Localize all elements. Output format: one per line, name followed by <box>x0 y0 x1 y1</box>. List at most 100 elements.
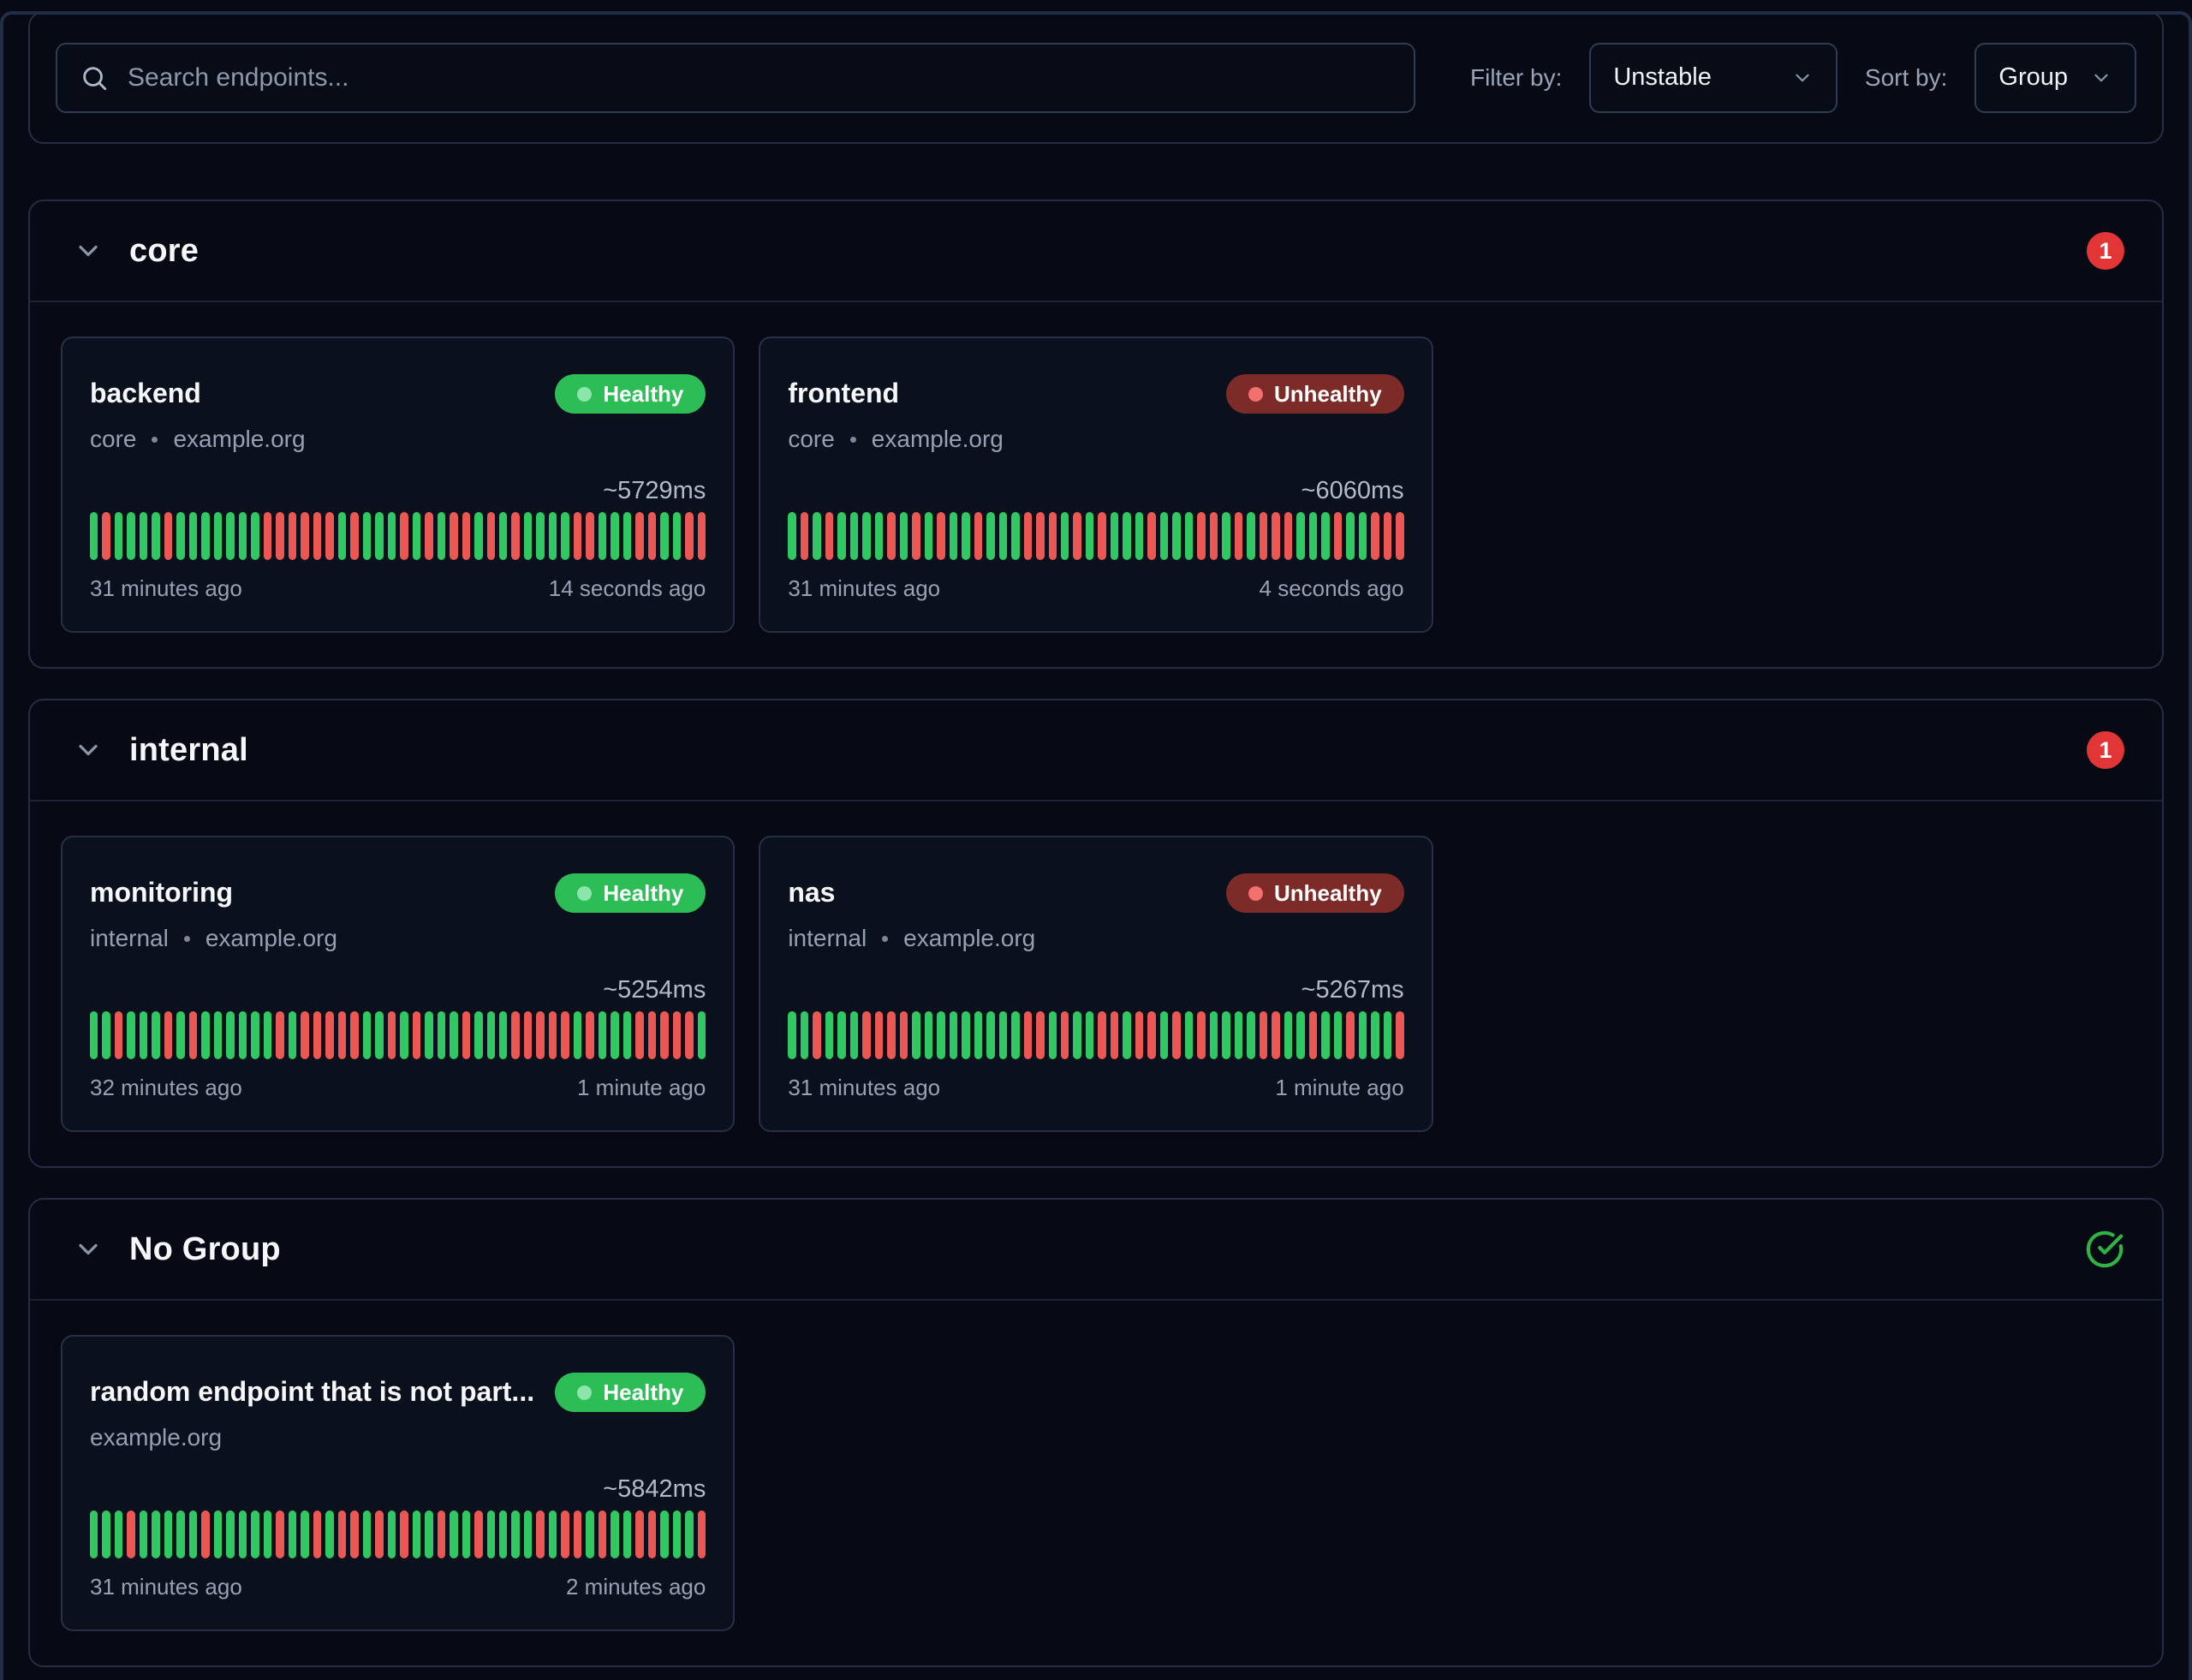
uptime-bar[interactable] <box>462 512 470 560</box>
uptime-bar[interactable] <box>875 1011 883 1059</box>
uptime-bar[interactable] <box>1384 512 1391 560</box>
uptime-bar[interactable] <box>925 512 932 560</box>
uptime-bar[interactable] <box>1296 512 1304 560</box>
uptime-bar[interactable] <box>1284 512 1292 560</box>
uptime-bar[interactable] <box>825 1011 833 1059</box>
uptime-bar[interactable] <box>1098 512 1105 560</box>
uptime-bar[interactable] <box>325 1510 333 1558</box>
uptime-bar[interactable] <box>264 1011 271 1059</box>
uptime-bars[interactable] <box>788 1011 1403 1059</box>
uptime-bar[interactable] <box>825 512 833 560</box>
uptime-bar[interactable] <box>1260 512 1267 560</box>
uptime-bar[interactable] <box>325 512 333 560</box>
uptime-bar[interactable] <box>1334 1011 1342 1059</box>
uptime-bar[interactable] <box>685 1510 693 1558</box>
uptime-bar[interactable] <box>1210 512 1218 560</box>
uptime-bar[interactable] <box>549 1011 557 1059</box>
uptime-bar[interactable] <box>487 1510 495 1558</box>
uptime-bars[interactable] <box>788 512 1403 560</box>
uptime-bar[interactable] <box>176 512 184 560</box>
uptime-bar[interactable] <box>425 1510 432 1558</box>
uptime-bar[interactable] <box>363 1011 371 1059</box>
uptime-bar[interactable] <box>1123 1011 1130 1059</box>
group-header[interactable]: internal 1 <box>30 700 2162 801</box>
uptime-bar[interactable] <box>499 512 507 560</box>
uptime-bar[interactable] <box>226 512 234 560</box>
uptime-bar[interactable] <box>912 1011 920 1059</box>
uptime-bar[interactable] <box>350 1510 358 1558</box>
uptime-bar[interactable] <box>660 512 668 560</box>
uptime-bar[interactable] <box>264 1510 271 1558</box>
uptime-bar[interactable] <box>127 1510 134 1558</box>
uptime-bar[interactable] <box>400 512 408 560</box>
uptime-bar[interactable] <box>375 1011 383 1059</box>
group-header[interactable]: No Group <box>30 1200 2162 1301</box>
uptime-bar[interactable] <box>1296 1011 1304 1059</box>
uptime-bar[interactable] <box>549 512 557 560</box>
uptime-bar[interactable] <box>950 512 957 560</box>
sort-select[interactable]: Group <box>1975 43 2136 113</box>
uptime-bar[interactable] <box>837 512 845 560</box>
uptime-bar[interactable] <box>1371 512 1379 560</box>
uptime-bar[interactable] <box>561 512 569 560</box>
uptime-bar[interactable] <box>962 1011 969 1059</box>
uptime-bar[interactable] <box>214 1510 222 1558</box>
uptime-bar[interactable] <box>648 1510 656 1558</box>
uptime-bar[interactable] <box>1073 512 1081 560</box>
uptime-bar[interactable] <box>925 1011 932 1059</box>
uptime-bar[interactable] <box>487 1011 495 1059</box>
uptime-bar[interactable] <box>561 1011 569 1059</box>
uptime-bar[interactable] <box>599 512 606 560</box>
uptime-bar[interactable] <box>623 1510 631 1558</box>
uptime-bar[interactable] <box>887 512 895 560</box>
uptime-bar[interactable] <box>214 512 222 560</box>
uptime-bar[interactable] <box>338 1510 346 1558</box>
uptime-bar[interactable] <box>474 512 482 560</box>
uptime-bar[interactable] <box>1061 1011 1069 1059</box>
uptime-bar[interactable] <box>400 1510 408 1558</box>
uptime-bar[interactable] <box>900 512 908 560</box>
uptime-bar[interactable] <box>586 512 593 560</box>
uptime-bar[interactable] <box>1247 1011 1254 1059</box>
uptime-bar[interactable] <box>90 1510 98 1558</box>
uptime-bar[interactable] <box>950 1011 957 1059</box>
uptime-bar[interactable] <box>350 1011 358 1059</box>
uptime-bar[interactable] <box>801 512 808 560</box>
uptime-bar[interactable] <box>276 512 283 560</box>
uptime-bar[interactable] <box>673 1510 681 1558</box>
uptime-bar[interactable] <box>140 512 147 560</box>
uptime-bar[interactable] <box>1011 512 1019 560</box>
uptime-bar[interactable] <box>115 1011 122 1059</box>
uptime-bar[interactable] <box>450 512 457 560</box>
uptime-bar[interactable] <box>189 1011 197 1059</box>
uptime-bar[interactable] <box>450 1011 457 1059</box>
uptime-bar[interactable] <box>1172 1011 1180 1059</box>
uptime-bar[interactable] <box>90 1011 98 1059</box>
uptime-bar[interactable] <box>90 512 98 560</box>
uptime-bar[interactable] <box>438 1510 445 1558</box>
uptime-bar[interactable] <box>1359 1011 1367 1059</box>
uptime-bar[interactable] <box>1309 512 1317 560</box>
uptime-bar[interactable] <box>698 512 706 560</box>
uptime-bar[interactable] <box>1371 1011 1379 1059</box>
uptime-bar[interactable] <box>1123 512 1130 560</box>
uptime-bar[interactable] <box>276 1510 283 1558</box>
uptime-bar[interactable] <box>561 1510 569 1558</box>
uptime-bar[interactable] <box>1185 512 1193 560</box>
uptime-bar[interactable] <box>1172 512 1180 560</box>
uptime-bar[interactable] <box>474 1011 482 1059</box>
uptime-bar[interactable] <box>189 512 197 560</box>
uptime-bar[interactable] <box>1396 1011 1403 1059</box>
uptime-bar[interactable] <box>974 512 982 560</box>
uptime-bar[interactable] <box>813 1011 820 1059</box>
uptime-bar[interactable] <box>1222 1011 1230 1059</box>
uptime-bar[interactable] <box>325 1011 333 1059</box>
uptime-bar[interactable] <box>1086 1011 1093 1059</box>
uptime-bar[interactable] <box>586 1011 593 1059</box>
uptime-bar[interactable] <box>239 512 247 560</box>
uptime-bar[interactable] <box>152 1011 159 1059</box>
uptime-bar[interactable] <box>1036 1011 1044 1059</box>
uptime-bar[interactable] <box>1049 512 1057 560</box>
uptime-bar[interactable] <box>862 512 870 560</box>
uptime-bar[interactable] <box>1160 1011 1168 1059</box>
